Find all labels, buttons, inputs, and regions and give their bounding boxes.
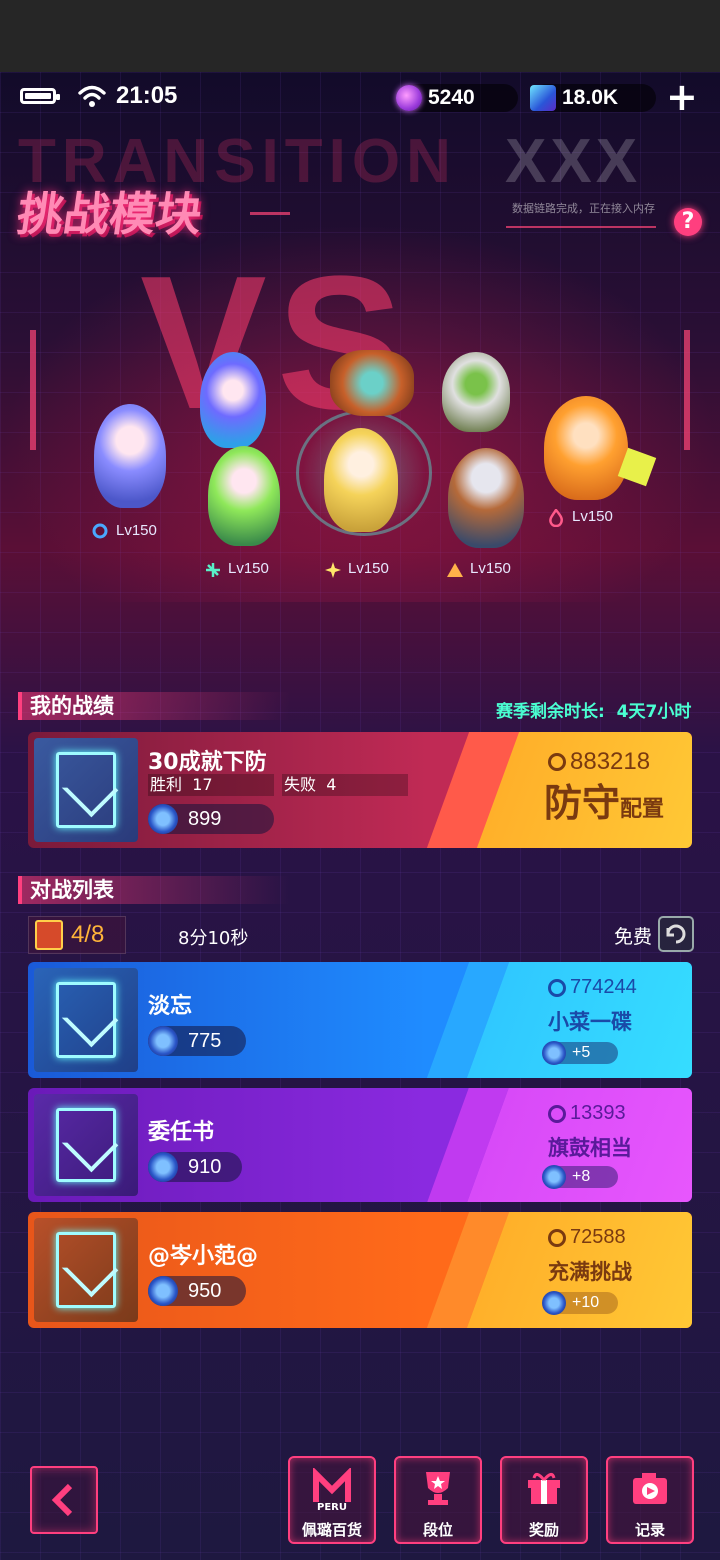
hero-7-sprite — [544, 396, 628, 500]
opponent-card-3[interactable]: @岑小范@ 950 72588 充满挑战 +10 — [28, 1212, 692, 1328]
opponent-3-power: 72588 — [548, 1226, 626, 1249]
gift-icon — [528, 1473, 560, 1504]
opponent-3-name: @岑小范@ — [148, 1244, 259, 1269]
nav-record[interactable]: 记录 — [606, 1456, 694, 1544]
my-avatar — [34, 738, 138, 842]
nav-reward[interactable]: 奖励 — [500, 1456, 588, 1544]
my-record-card[interactable]: 30成就下防 胜利 17 失败 4 899 883218 防守配置 — [28, 732, 692, 848]
refresh-icon — [666, 924, 686, 944]
win-stat: 胜利 17 — [148, 774, 274, 796]
fire-icon — [548, 507, 564, 527]
power-icon — [548, 1104, 566, 1123]
hero-3-level: Lv150 — [204, 560, 269, 577]
rank-badge-icon — [148, 1152, 178, 1182]
opponent-1-avatar — [34, 968, 138, 1072]
lose-stat: 失败 4 — [282, 774, 408, 796]
hero-3[interactable] — [204, 446, 284, 546]
page-title: 挑战模块 — [13, 187, 206, 241]
hero-5[interactable] — [436, 352, 516, 432]
shield-icon — [56, 1108, 116, 1182]
rank-badge-icon — [542, 1291, 566, 1315]
earth-icon — [446, 561, 463, 577]
hero-6-sprite — [448, 448, 524, 548]
power-icon — [548, 1228, 566, 1247]
deco-line — [250, 212, 290, 215]
refresh-button[interactable] — [658, 916, 694, 952]
hero-4-level: Lv150 — [324, 560, 389, 578]
trophy-icon — [426, 1472, 450, 1505]
shield-icon — [56, 752, 116, 828]
rank-badge-icon — [542, 1165, 566, 1189]
deco-line — [506, 226, 656, 228]
refresh-timer: 8分10秒 — [178, 928, 249, 949]
shop-logo-text: PERU — [317, 1502, 347, 1513]
opponent-1-score: 775 — [148, 1026, 246, 1056]
power-icon — [548, 978, 566, 997]
opponent-1-name: 淡忘 — [148, 994, 193, 1019]
opponent-2-power: 13393 — [548, 1102, 626, 1125]
opponent-3-score: 950 — [148, 1276, 246, 1306]
hero-1[interactable] — [88, 404, 172, 514]
hero-pet — [330, 350, 414, 420]
battle-list-header: 对战列表 — [18, 876, 290, 904]
challenge-count: 4/8 — [28, 916, 126, 954]
hero-4-sprite — [324, 428, 398, 532]
hero-4[interactable] — [290, 400, 436, 540]
rank-badge-icon — [148, 1026, 178, 1056]
hero-1-level: Lv150 — [92, 522, 157, 539]
opponent-3-avatar — [34, 1218, 138, 1322]
opponent-1-power: 774244 — [548, 976, 637, 999]
hero-6[interactable] — [444, 448, 528, 548]
camera-icon — [633, 1473, 667, 1504]
opponent-1-difficulty: 小菜一碟 — [548, 1010, 632, 1034]
opponent-card-1[interactable]: 淡忘 775 774244 小菜一碟 +5 — [28, 962, 692, 1078]
opponent-3-difficulty: 充满挑战 — [548, 1260, 632, 1284]
back-button[interactable] — [30, 1466, 98, 1534]
hero-7-level: Lv150 — [548, 507, 613, 527]
hero-5-sprite — [442, 352, 510, 432]
light-icon — [324, 561, 341, 578]
banner-status-text: 数据链路完成，正在接入内存 — [512, 202, 655, 215]
opponent-2-bonus: +8 — [542, 1165, 618, 1189]
nav-shop[interactable]: PERU 佩璐百货 — [288, 1456, 376, 1544]
rank-badge-icon — [542, 1041, 566, 1065]
hero-3-sprite — [208, 446, 280, 546]
defense-config-button[interactable]: 防守配置 — [544, 772, 664, 827]
help-button[interactable]: ? — [674, 208, 702, 236]
water-icon — [92, 523, 108, 539]
hero-1-sprite — [94, 404, 166, 508]
opponent-card-2[interactable]: 委任书 910 13393 旗鼓相当 +8 — [28, 1088, 692, 1202]
hero-2[interactable] — [196, 352, 268, 448]
chevron-left-icon — [51, 1483, 73, 1517]
shield-icon — [56, 982, 116, 1058]
opponent-2-difficulty: 旗鼓相当 — [548, 1136, 632, 1160]
banner-bg-word-right: XXX — [505, 127, 642, 196]
hero-7[interactable] — [534, 396, 657, 506]
rank-badge-icon — [148, 804, 178, 834]
opponent-1-bonus: +5 — [542, 1041, 618, 1065]
nav-rank[interactable]: 段位 — [394, 1456, 482, 1544]
wind-icon — [204, 561, 220, 577]
power-icon — [548, 753, 566, 771]
my-record-header: 我的战绩 — [18, 692, 290, 720]
opponent-2-avatar — [34, 1094, 138, 1196]
pet-sprite — [330, 350, 414, 416]
hero-6-level: Lv150 — [446, 560, 511, 577]
my-name: 30成就下防 — [148, 750, 267, 775]
opponent-2-name: 委任书 — [148, 1120, 215, 1145]
rank-badge-icon — [148, 1276, 178, 1306]
hero-2-sprite — [200, 352, 266, 448]
shield-icon — [56, 1232, 116, 1308]
opponent-3-bonus: +10 — [542, 1291, 618, 1315]
season-remaining: 赛季剩余时长: 4天7小时 — [496, 702, 692, 722]
deco-line — [684, 330, 690, 450]
opponent-2-score: 910 — [148, 1152, 242, 1182]
my-score: 899 — [148, 804, 274, 834]
ticket-icon — [35, 920, 63, 950]
deco-line — [30, 330, 36, 450]
free-refresh-label: 免费 — [614, 926, 653, 948]
